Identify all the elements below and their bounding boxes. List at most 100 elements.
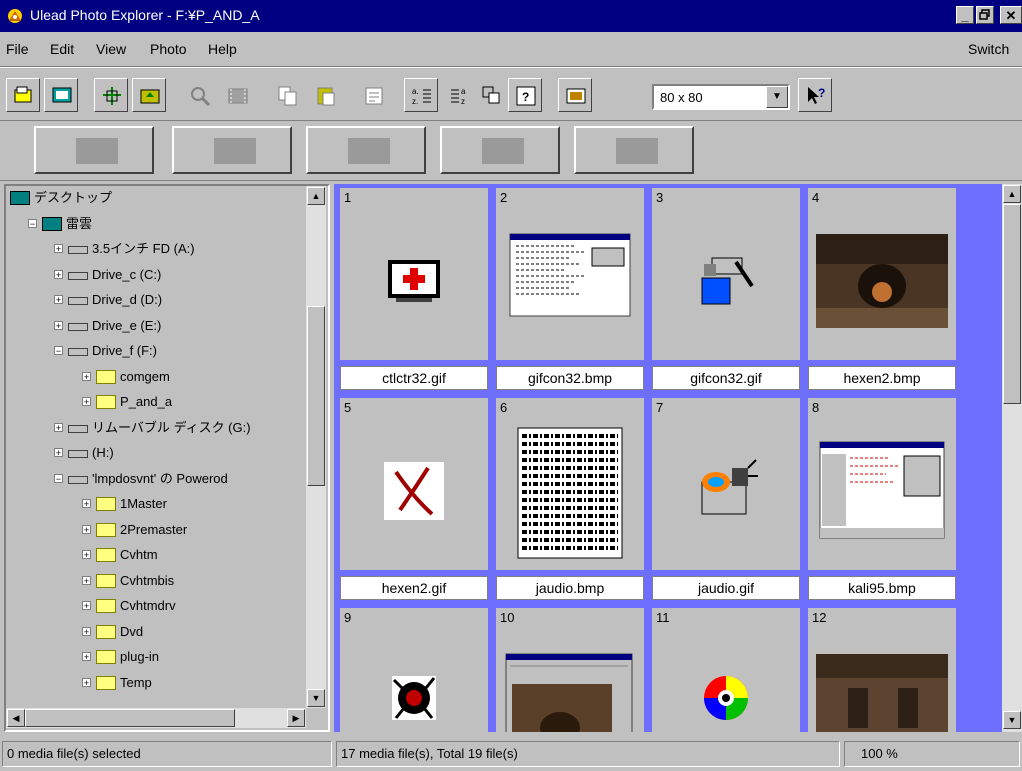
thumbnail-filename[interactable]: jaudio.gif (652, 576, 800, 600)
expand-icon[interactable]: + (54, 320, 63, 330)
expand-icon[interactable]: + (82, 499, 91, 509)
thumbnail-card[interactable]: 6 jaudio.bmp (496, 398, 644, 600)
scroll-down-button[interactable]: ▼ (307, 689, 325, 707)
scroll-thumb[interactable] (1003, 204, 1021, 404)
expand-icon[interactable]: + (82, 677, 91, 687)
folder-tree[interactable]: デスクトップ − 雷雲 +3.5インチ FD (A:) + Drive_c (C:) + Dr… (4, 184, 330, 732)
tree-item[interactable]: +2Premaster (6, 518, 304, 542)
expand-icon[interactable]: + (82, 550, 91, 560)
expand-icon[interactable]: + (82, 371, 91, 381)
tree-item[interactable]: − Drive_f (F:) (6, 339, 304, 363)
clapper-tool-button[interactable] (306, 126, 426, 174)
menu-file[interactable]: File (6, 41, 29, 57)
sort-ascending-button[interactable]: a. z. (404, 78, 438, 112)
thumbnail-filename[interactable]: gifcon32.gif (652, 366, 800, 390)
tree-item[interactable]: + リムーバブル ディスク (G:) (6, 416, 304, 440)
thumbnail-filename[interactable]: gifcon32.bmp (496, 366, 644, 390)
thumbnail-size-select[interactable]: 80 x 80 ▼ (652, 84, 790, 110)
film-strip-tool-button[interactable] (574, 126, 694, 174)
tree-item[interactable]: +1Master (6, 492, 304, 516)
expand-icon[interactable]: + (54, 244, 63, 254)
open-button[interactable] (6, 78, 40, 112)
tree-item[interactable]: + P_and_a (6, 390, 304, 414)
scroll-thumb[interactable] (25, 709, 235, 727)
scroll-left-button[interactable]: ◀ (7, 709, 25, 727)
expand-icon[interactable]: + (82, 397, 91, 407)
thumbnail-panel[interactable]: 1 ctlctr32.gif 2 gifcon32.bmp 3 gifcon32.gif 4… (334, 184, 1022, 732)
thumbnail-filename[interactable]: jaudio.bmp (496, 576, 644, 600)
collapse-icon[interactable]: − (54, 346, 63, 356)
tree-item[interactable]: + (H:) (6, 441, 304, 465)
tree-item[interactable]: デスクトップ (6, 186, 304, 210)
thumbnail-card[interactable]: 5 hexen2.gif (340, 398, 488, 600)
tree-item[interactable]: + Dvd (6, 620, 304, 644)
menu-switch[interactable]: Switch (968, 41, 1009, 57)
tree-item[interactable]: + Drive_c (C:) (6, 263, 304, 287)
scroll-up-button[interactable]: ▲ (307, 187, 325, 205)
cascade-button[interactable] (94, 78, 128, 112)
tree-item[interactable]: + Drive_e (E:) (6, 314, 304, 338)
tree-item[interactable]: + Cvhtm (6, 543, 304, 567)
menu-edit[interactable]: Edit (50, 41, 74, 57)
tree-vertical-scrollbar[interactable]: ▲ ▼ (306, 186, 326, 708)
sort-descending-button[interactable]: az (442, 78, 476, 112)
up-folder-button[interactable] (132, 78, 166, 112)
tree-item[interactable]: + Drive_d (D:) (6, 288, 304, 312)
thumbnail-card[interactable]: 12 (808, 608, 956, 732)
tree-horizontal-scrollbar[interactable]: ◀ ▶ (6, 708, 306, 728)
thumbnail-card[interactable]: 8 kali95.bmp (808, 398, 956, 600)
thumbnail-card[interactable]: 10 (496, 608, 644, 732)
collapse-icon[interactable]: − (28, 218, 37, 228)
thumbnail-filename[interactable]: ctlctr32.gif (340, 366, 488, 390)
menu-view[interactable]: View (96, 41, 126, 57)
menu-help[interactable]: Help (208, 41, 237, 57)
expand-icon[interactable]: + (82, 652, 91, 662)
expand-icon[interactable]: + (54, 448, 63, 458)
expand-icon[interactable]: + (54, 422, 63, 432)
thumbnail-vertical-scrollbar[interactable]: ▲ ▼ (1002, 184, 1022, 732)
expand-icon[interactable]: + (54, 269, 63, 279)
tree-item[interactable]: − 'lmpdosvnt' の Powerod (6, 467, 304, 491)
scroll-up-button[interactable]: ▲ (1003, 185, 1021, 203)
menu-photo[interactable]: Photo (150, 41, 187, 57)
hand-tool-button[interactable] (34, 126, 154, 174)
thumbnail-card[interactable]: 9 (340, 608, 488, 732)
maximize-button[interactable] (976, 6, 994, 24)
expand-icon[interactable]: + (82, 626, 91, 636)
thumbnail-card[interactable]: 1 ctlctr32.gif (340, 188, 488, 390)
thumbnail-filename[interactable]: hexen2.gif (340, 576, 488, 600)
tree-item[interactable]: + Cvhtmbis (6, 569, 304, 593)
thumbnail-card[interactable]: 2 gifcon32.bmp (496, 188, 644, 390)
thumbnail-view-button[interactable] (558, 78, 592, 112)
help-pointer-button[interactable]: ? (798, 78, 832, 112)
chevron-down-icon[interactable]: ▼ (766, 86, 788, 108)
tree-item[interactable]: + comgem (6, 365, 304, 389)
info-button[interactable]: ? (508, 78, 542, 112)
tree-item[interactable]: + plug-in (6, 645, 304, 669)
scroll-thumb[interactable] (307, 306, 325, 486)
thumbnail-card[interactable]: 7 jaudio.gif (652, 398, 800, 600)
title-bar[interactable]: Ulead Photo Explorer - F:¥P_AND_A _ ✕ (0, 0, 1022, 32)
copy-button[interactable] (270, 78, 304, 112)
monitor-tool-button[interactable] (440, 126, 560, 174)
tree-item[interactable]: + Temp (6, 671, 304, 695)
close-button[interactable]: ✕ (1000, 6, 1022, 24)
properties-button[interactable] (356, 78, 390, 112)
view-button[interactable] (474, 78, 508, 112)
slideshow-button[interactable] (44, 78, 78, 112)
minimize-button[interactable]: _ (956, 6, 974, 24)
zoom-button[interactable] (182, 78, 216, 112)
collapse-icon[interactable]: − (54, 473, 63, 483)
tree-item[interactable]: − 雷雲 (6, 212, 304, 236)
scroll-right-button[interactable]: ▶ (287, 709, 305, 727)
expand-icon[interactable]: + (54, 295, 63, 305)
expand-icon[interactable]: + (82, 575, 91, 585)
thumbnail-filename[interactable]: hexen2.bmp (808, 366, 956, 390)
thumbnail-card[interactable]: 4 hexen2.bmp (808, 188, 956, 390)
thumbnail-card[interactable]: 11 (652, 608, 800, 732)
scroll-down-button[interactable]: ▼ (1003, 711, 1021, 729)
thumbnail-card[interactable]: 3 gifcon32.gif (652, 188, 800, 390)
tree-item[interactable]: + Cvhtmdrv (6, 594, 304, 618)
film-button[interactable] (220, 78, 254, 112)
expand-icon[interactable]: + (82, 601, 91, 611)
